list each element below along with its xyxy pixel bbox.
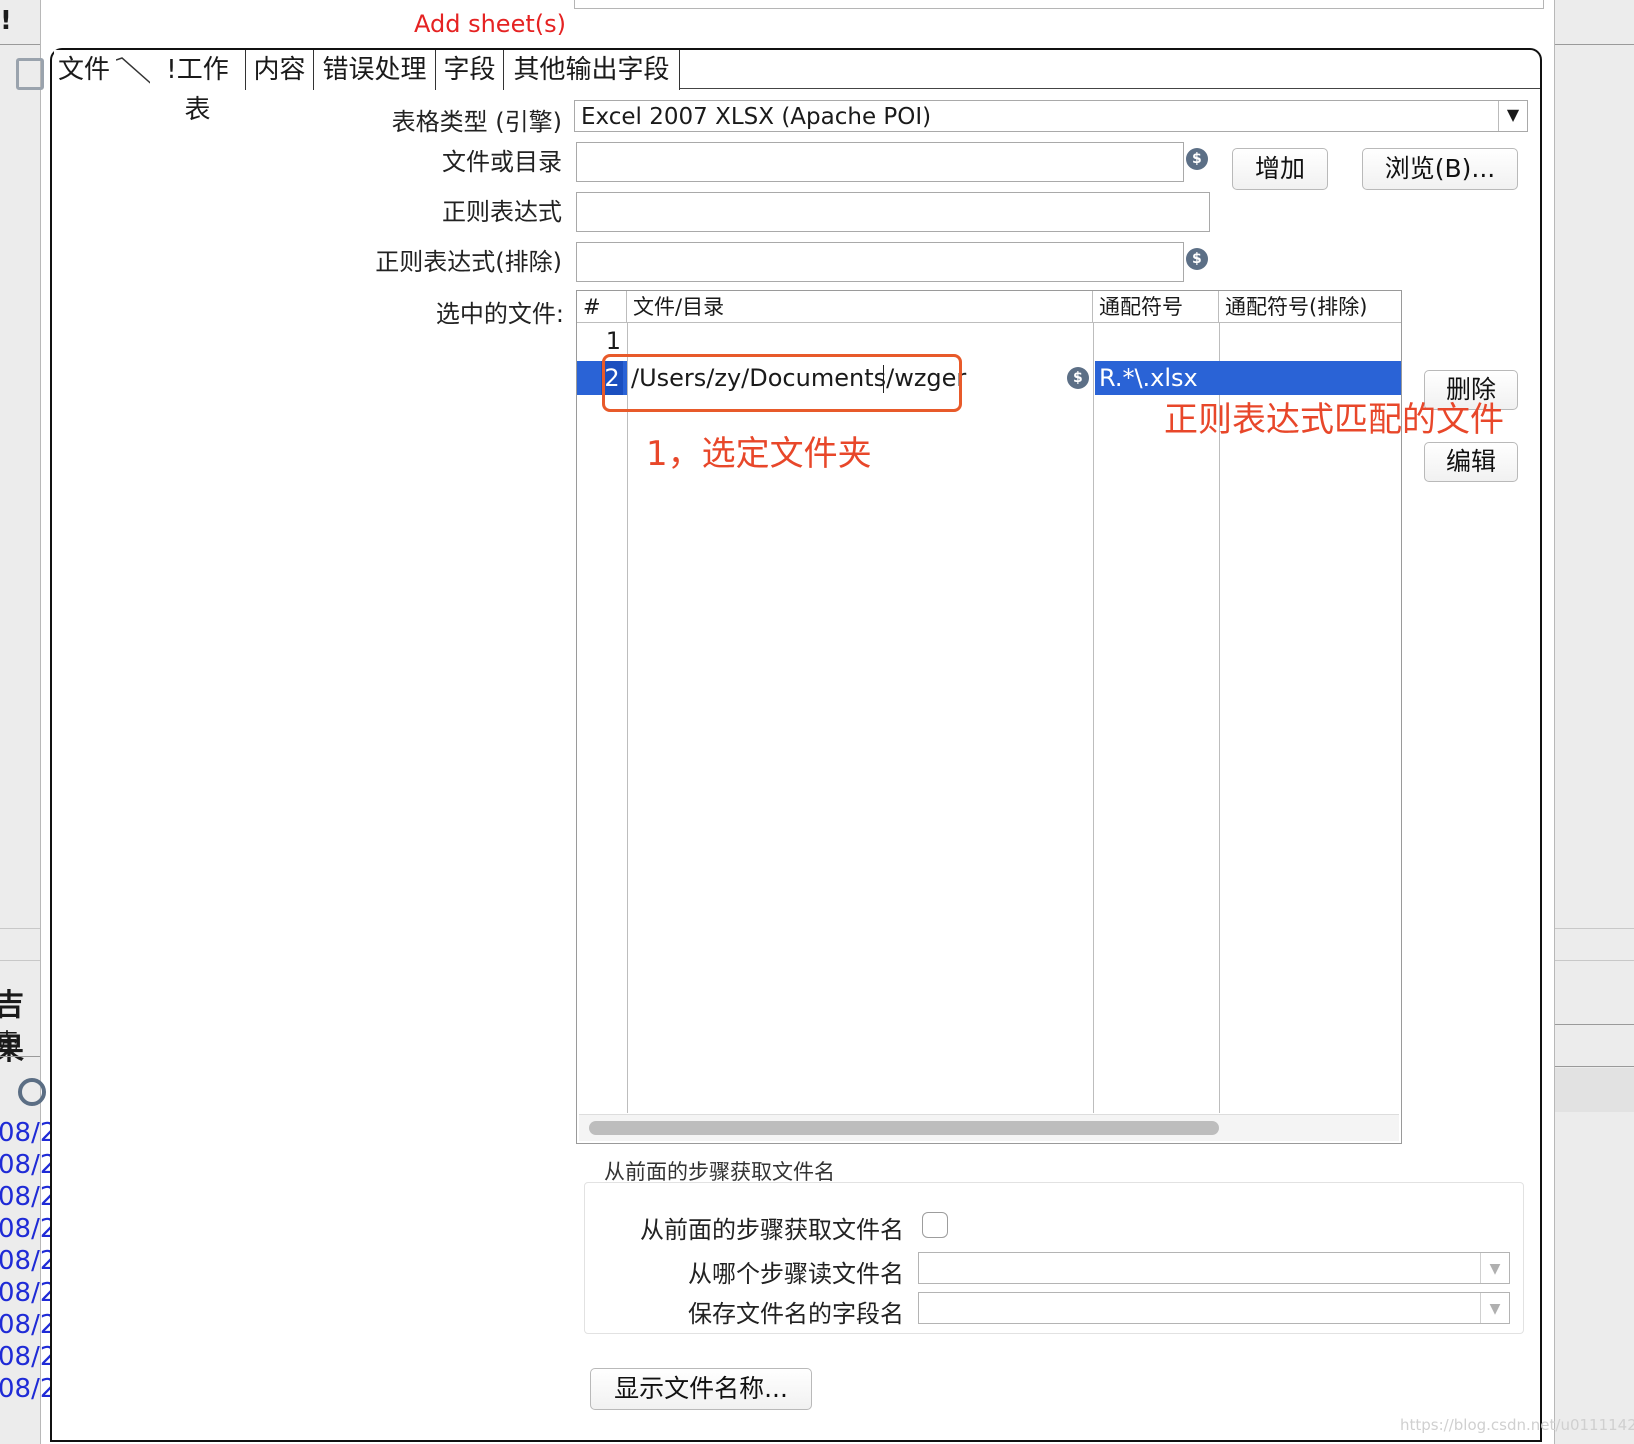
background-date-fragment: 08/2 (0, 1182, 57, 1212)
background-window-left: ! 吉果 壳 08/2 08/2 08/2 08/2 08/2 08/2 08/2 08/2 0… (0, 0, 56, 1444)
chevron-down-icon: ▼ (1480, 1293, 1509, 1323)
background-date-fragment: 08/2 (0, 1342, 57, 1372)
tab-fields[interactable]: 字段 (436, 50, 504, 90)
tab-worksheet[interactable]: !工作表 (150, 50, 246, 125)
engine-select[interactable]: Excel 2007 XLSX (Apache POI) ▼ (574, 100, 1528, 132)
table-cell-wildcard-exclude[interactable] (1223, 361, 1399, 395)
background-date-fragment: 08/2 (0, 1246, 57, 1276)
field-name-label: 保存文件名的字段名 (688, 1300, 904, 1328)
column-header-wildcard-exclude[interactable]: 通配符号(排除) (1219, 291, 1401, 323)
column-header-path[interactable]: 文件/目录 (627, 291, 1093, 323)
top-field-fragment (574, 0, 1544, 9)
annotation-highlight-box (602, 354, 962, 412)
background-tab-fragment: 壳 (0, 1030, 19, 1055)
file-input[interactable] (576, 142, 1184, 182)
background-window-right (1554, 0, 1634, 1444)
background-date-fragment: 08/2 (0, 1278, 57, 1308)
watermark: https://blog.csdn.net/u011114245 (1400, 1416, 1634, 1434)
regex-exclude-label: 正则表达式(排除) (375, 248, 562, 276)
background-title-fragment: ! (0, 6, 12, 36)
horizontal-scrollbar[interactable] (579, 1114, 1399, 1141)
tab-file-label: 文件 (58, 55, 111, 85)
browse-button[interactable]: 浏览(B)... (1362, 148, 1518, 190)
read-step-select[interactable]: ▼ (918, 1252, 1510, 1284)
read-step-label: 从哪个步骤读文件名 (688, 1260, 904, 1288)
edit-button[interactable]: 编辑 (1424, 442, 1518, 482)
regex-input[interactable] (576, 192, 1210, 232)
chevron-down-icon: ▼ (1498, 101, 1527, 131)
background-date-fragment: 08/2 (0, 1118, 57, 1148)
prev-step-checkbox-label: 从前面的步骤获取文件名 (640, 1216, 904, 1244)
add-sheet-label[interactable]: Add sheet(s) (414, 10, 566, 38)
tab-file[interactable]: 文件 (54, 50, 160, 90)
scrollbar-thumb[interactable] (589, 1121, 1219, 1135)
background-date-fragment: 08/2 (0, 1214, 57, 1244)
engine-value: Excel 2007 XLSX (Apache POI) (581, 104, 932, 130)
chevron-down-icon: ▼ (1480, 1253, 1509, 1283)
annotation-select-folder: 1，选定文件夹 (646, 434, 872, 474)
gear-icon (18, 1078, 46, 1106)
column-header-wildcard[interactable]: 通配符号 (1093, 291, 1219, 323)
background-date-fragment: 08/2 (0, 1310, 57, 1340)
background-icon (16, 58, 44, 90)
show-filenames-button[interactable]: 显示文件名称... (590, 1368, 812, 1410)
prev-step-checkbox[interactable] (922, 1212, 948, 1238)
table-row-number[interactable]: 1 (577, 327, 621, 355)
tab-other-output-fields[interactable]: 其他输出字段 (504, 50, 680, 90)
regex-exclude-input[interactable] (576, 242, 1184, 282)
engine-label: 表格类型 (引擎) (391, 108, 562, 136)
tab-error-handling[interactable]: 错误处理 (314, 50, 436, 90)
selected-files-label: 选中的文件: (435, 300, 564, 328)
background-date-fragment: 08/2 (0, 1150, 57, 1180)
annotation-regex-matched-files: 正则表达式匹配的文件 (1164, 400, 1504, 440)
background-date-fragment: 08/2 (0, 1374, 57, 1404)
tab-content[interactable]: 内容 (246, 50, 314, 90)
file-label: 文件或目录 (442, 148, 562, 176)
column-header-number[interactable]: # (577, 291, 627, 323)
regex-label: 正则表达式 (442, 198, 562, 226)
add-button[interactable]: 增加 (1232, 148, 1328, 190)
table-cell-wildcard[interactable]: R.*\.xlsx (1099, 361, 1219, 395)
field-name-select[interactable]: ▼ (918, 1292, 1510, 1324)
